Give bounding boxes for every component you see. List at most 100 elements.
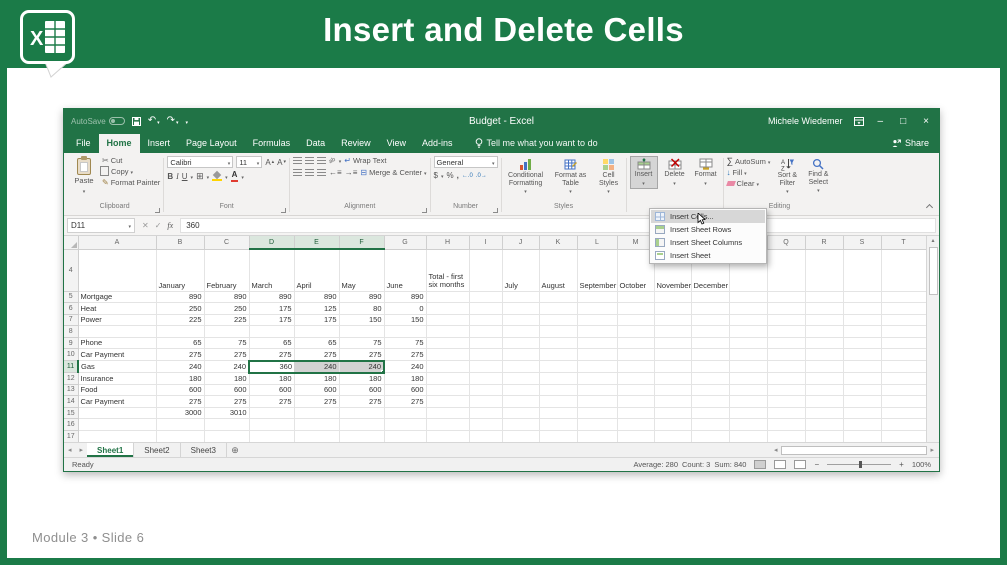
cell-B11[interactable]: 240 (156, 360, 205, 374)
cell-L12[interactable] (577, 372, 618, 385)
cell-L5[interactable] (577, 291, 618, 304)
cell-G11[interactable]: 240 (384, 360, 427, 374)
column-header-L[interactable]: L (577, 236, 618, 250)
cell-F9[interactable]: 75 (339, 337, 385, 350)
cell-H14[interactable] (426, 395, 470, 408)
cell-A9[interactable]: Phone (78, 337, 157, 350)
insert-cells-button[interactable]: Insert (629, 156, 658, 190)
cell-L10[interactable] (577, 348, 618, 362)
cell-I12[interactable] (469, 372, 503, 385)
cell-C5[interactable]: 890 (204, 291, 250, 304)
cell-E15[interactable] (294, 407, 340, 420)
cell-G15[interactable] (384, 407, 427, 420)
cell-D12[interactable]: 180 (249, 372, 295, 385)
cell-Q17[interactable] (767, 430, 806, 442)
align-top-icon[interactable] (293, 157, 303, 164)
cell-T11[interactable] (881, 360, 926, 374)
column-header-H[interactable]: H (426, 236, 470, 250)
normal-view-button[interactable] (754, 460, 767, 469)
cell-H15[interactable] (426, 407, 470, 420)
cell-S10[interactable] (843, 348, 882, 362)
cell-M15[interactable] (617, 407, 655, 420)
cell-P6[interactable] (729, 302, 768, 315)
sort-filter-button[interactable]: AZ Sort & Filter (773, 156, 801, 198)
cell-J8[interactable] (502, 325, 540, 338)
cell-H12[interactable] (426, 372, 470, 385)
cell-J9[interactable] (502, 337, 540, 350)
cell-Q11[interactable] (767, 360, 806, 374)
cell-Q8[interactable] (767, 325, 806, 338)
cell-A10[interactable]: Car Payment (78, 348, 157, 362)
cell-S8[interactable] (843, 325, 882, 338)
cell-H8[interactable] (426, 325, 470, 338)
cell-E8[interactable] (294, 325, 340, 338)
redo-button[interactable]: ↷ (167, 116, 179, 126)
cell-A4[interactable] (78, 249, 157, 292)
cell-P7[interactable] (729, 314, 768, 327)
cell-B16[interactable] (156, 418, 205, 432)
cell-F5[interactable]: 890 (339, 291, 385, 304)
minimize-button[interactable]: – (875, 116, 887, 127)
cell-A14[interactable]: Car Payment (78, 395, 157, 408)
cell-N5[interactable] (654, 291, 692, 304)
cell-H17[interactable] (426, 430, 470, 442)
collapse-ribbon-icon[interactable] (925, 203, 934, 212)
row-header-15[interactable]: 15 (64, 407, 79, 420)
row-header-7[interactable]: 7 (64, 314, 79, 327)
column-header-T[interactable]: T (881, 236, 926, 250)
cell-H9[interactable] (426, 337, 470, 350)
cell-P14[interactable] (729, 395, 768, 408)
cell-P16[interactable] (729, 418, 768, 432)
borders-button[interactable]: ⊞ (196, 171, 204, 182)
cell-C16[interactable] (204, 418, 250, 432)
cell-Q4[interactable] (767, 249, 806, 292)
cell-R17[interactable] (805, 430, 844, 442)
accounting-format-button[interactable]: $ (434, 171, 438, 180)
font-dialog-launcher-icon[interactable] (281, 208, 287, 213)
zoom-slider-thumb[interactable] (859, 461, 863, 468)
decrease-decimal-button[interactable]: .0→ (476, 173, 487, 179)
vertical-scroll-thumb[interactable] (928, 247, 938, 295)
cell-L17[interactable] (577, 430, 618, 442)
increase-indent-button[interactable]: →≡ (345, 168, 358, 177)
cell-H10[interactable] (426, 348, 470, 362)
cell-G9[interactable]: 75 (384, 337, 427, 350)
cell-S6[interactable] (843, 302, 882, 315)
tab-data[interactable]: Data (298, 134, 333, 153)
scroll-up-icon[interactable]: ▴ (931, 236, 934, 247)
cell-B8[interactable] (156, 325, 205, 338)
column-header-A[interactable]: A (78, 236, 157, 250)
row-header-16[interactable]: 16 (64, 418, 79, 432)
cell-K8[interactable] (539, 325, 578, 338)
cell-R8[interactable] (805, 325, 844, 338)
cell-F17[interactable] (339, 430, 385, 442)
cell-R7[interactable] (805, 314, 844, 327)
select-all-button[interactable] (64, 236, 79, 250)
page-break-view-button[interactable] (794, 460, 807, 469)
cell-T12[interactable] (881, 372, 926, 385)
cell-C15[interactable]: 3010 (204, 407, 250, 420)
cell-M10[interactable] (617, 348, 655, 362)
cell-F6[interactable]: 80 (339, 302, 385, 315)
column-header-D[interactable]: D (249, 236, 295, 250)
cell-B17[interactable] (156, 430, 205, 442)
cell-J10[interactable] (502, 348, 540, 362)
cell-B12[interactable]: 180 (156, 372, 205, 385)
cell-K15[interactable] (539, 407, 578, 420)
increase-decimal-button[interactable]: ←.0 (462, 173, 473, 179)
sheet-tab-sheet1[interactable]: Sheet1 (87, 443, 135, 457)
cell-D10[interactable]: 275 (249, 348, 295, 362)
cell-C12[interactable]: 180 (204, 372, 250, 385)
cell-N6[interactable] (654, 302, 692, 315)
cell-T13[interactable] (881, 384, 926, 397)
cell-S4[interactable] (843, 249, 882, 292)
clear-button[interactable]: Clear (725, 179, 771, 188)
cell-M9[interactable] (617, 337, 655, 350)
cell-T16[interactable] (881, 418, 926, 432)
cell-I14[interactable] (469, 395, 503, 408)
cell-R14[interactable] (805, 395, 844, 408)
tab-home[interactable]: Home (98, 134, 140, 153)
cell-N13[interactable] (654, 384, 692, 397)
cell-N12[interactable] (654, 372, 692, 385)
cell-B5[interactable]: 890 (156, 291, 205, 304)
